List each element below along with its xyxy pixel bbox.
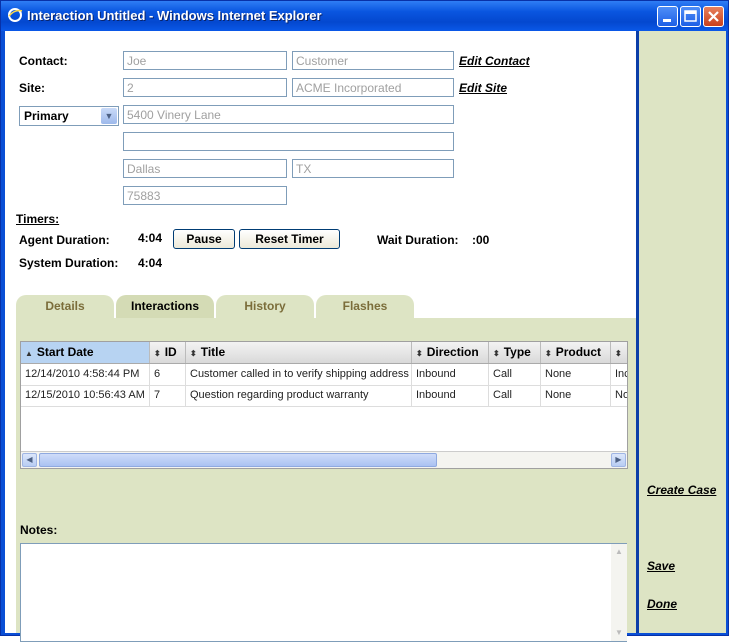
cell-type: Call — [489, 364, 541, 385]
wait-duration-value: :00 — [472, 233, 490, 247]
scroll-up-icon[interactable]: ▲ — [611, 544, 627, 560]
sort-icon: ⬍ — [493, 349, 500, 358]
column-header-direction[interactable]: ⬍ Direction — [412, 342, 489, 363]
save-link[interactable]: Save — [647, 559, 675, 573]
column-header-label: Start Date — [36, 345, 94, 359]
site-label: Site: — [19, 81, 46, 95]
column-header-product[interactable]: ⬍ Product — [541, 342, 611, 363]
client-area: Contact: Joe Customer Edit Contact Site:… — [5, 31, 726, 642]
ie-window: Interaction Untitled - Windows Internet … — [0, 0, 729, 642]
zip-field[interactable]: 75883 — [123, 186, 287, 205]
column-header-extra[interactable]: ⬍ — [611, 342, 627, 363]
cell-product: None — [541, 364, 611, 385]
tab-panel: Details Interactions History Flashes ▲ St… — [16, 295, 636, 642]
address-line2-field[interactable] — [123, 132, 454, 151]
edit-contact-link[interactable]: Edit Contact — [459, 54, 530, 68]
notes-label: Notes: — [20, 523, 58, 537]
cell-id: 7 — [150, 385, 186, 406]
tab-history[interactable]: History — [216, 295, 314, 318]
address-type-value: Primary — [24, 109, 69, 123]
scrollbar-thumb[interactable] — [39, 453, 437, 467]
address-line1-field[interactable]: 5400 Vinery Lane — [123, 105, 454, 124]
table-row[interactable]: 12/15/2010 10:56:43 AM 7 Question regard… — [21, 385, 627, 407]
scroll-left-icon[interactable]: ◀ — [22, 453, 37, 467]
action-panel: Create Case Save Done — [636, 31, 726, 633]
minimize-button[interactable] — [657, 6, 678, 27]
ie-logo-icon — [8, 8, 23, 22]
cell-direction: Inbound — [412, 364, 489, 385]
done-link[interactable]: Done — [647, 597, 677, 611]
column-header-label: Title — [200, 345, 226, 359]
timers-heading: Timers: — [16, 212, 60, 226]
close-icon — [708, 11, 719, 22]
scroll-right-icon[interactable]: ▶ — [611, 453, 626, 467]
sort-icon: ⬍ — [190, 349, 197, 358]
title-bar[interactable]: Interaction Untitled - Windows Internet … — [1, 1, 728, 31]
maximize-icon — [684, 10, 697, 22]
state-field[interactable]: TX — [292, 159, 454, 178]
wait-duration-label: Wait Duration: — [377, 233, 459, 247]
sort-icon: ⬍ — [545, 349, 552, 358]
cell-start-date: 12/14/2010 4:58:44 PM — [21, 364, 150, 385]
table-row[interactable]: 12/14/2010 4:58:44 PM 6 Customer called … — [21, 364, 627, 386]
sort-icon: ⬍ — [615, 349, 622, 358]
contact-last-name-field[interactable]: Customer — [292, 51, 454, 70]
cell-extra: Inc — [611, 364, 627, 385]
notes-textarea[interactable] — [20, 543, 627, 642]
scroll-down-icon[interactable]: ▼ — [611, 625, 627, 641]
contact-first-name-field[interactable]: Joe — [123, 51, 287, 70]
tab-interactions[interactable]: Interactions — [116, 295, 214, 318]
contact-label: Contact: — [19, 54, 68, 68]
sort-icon: ⬍ — [416, 349, 423, 358]
site-name-field[interactable]: ACME Incorporated — [292, 78, 454, 97]
column-header-label: Direction — [426, 345, 479, 359]
column-header-type[interactable]: ⬍ Type — [489, 342, 541, 363]
edit-site-link[interactable]: Edit Site — [459, 81, 507, 95]
cell-extra: No — [611, 385, 627, 406]
chevron-down-icon: ▼ — [101, 108, 117, 124]
grid-header: ▲ Start Date ⬍ ID ⬍ Title ⬍ Direction ⬍ Type … — [21, 342, 627, 364]
agent-duration-label: Agent Duration: — [19, 233, 110, 247]
cell-direction: Inbound — [412, 385, 489, 406]
sort-icon: ⬍ — [154, 349, 161, 358]
column-header-label: Type — [503, 345, 531, 359]
tab-flashes[interactable]: Flashes — [316, 295, 414, 318]
reset-timer-button[interactable]: Reset Timer — [239, 229, 340, 249]
horizontal-scrollbar[interactable]: ◀ ▶ — [21, 451, 627, 468]
system-duration-value: 4:04 — [138, 256, 163, 270]
cell-start-date: 12/15/2010 10:56:43 AM — [21, 385, 150, 406]
site-id-field[interactable]: 2 — [123, 78, 287, 97]
column-header-label: Product — [555, 345, 602, 359]
column-header-title[interactable]: ⬍ Title — [186, 342, 412, 363]
window-title: Interaction Untitled - Windows Internet … — [27, 8, 322, 23]
column-header-start-date[interactable]: ▲ Start Date — [21, 342, 150, 363]
cell-title: Question regarding product warranty — [186, 385, 412, 406]
cell-product: None — [541, 385, 611, 406]
column-header-id[interactable]: ⬍ ID — [150, 342, 186, 363]
maximize-button[interactable] — [680, 6, 701, 27]
create-case-link[interactable]: Create Case — [647, 483, 716, 497]
cell-type: Call — [489, 385, 541, 406]
agent-duration-value: 4:04 — [138, 231, 163, 245]
city-field[interactable]: Dallas — [123, 159, 287, 178]
tab-details[interactable]: Details — [16, 295, 114, 318]
interactions-grid: ▲ Start Date ⬍ ID ⬍ Title ⬍ Direction ⬍ Type … — [20, 341, 628, 469]
address-type-select[interactable]: Primary ▼ — [19, 106, 119, 126]
pause-button[interactable]: Pause — [173, 229, 235, 249]
cell-title: Customer called in to verify shipping ad… — [186, 364, 412, 385]
close-button[interactable] — [703, 6, 724, 27]
column-header-label: ID — [164, 345, 177, 359]
notes-vertical-scrollbar[interactable]: ▲ ▼ — [611, 544, 627, 641]
cell-id: 6 — [150, 364, 186, 385]
sort-ascending-icon: ▲ — [25, 349, 33, 358]
minimize-icon — [663, 19, 671, 22]
system-duration-label: System Duration: — [19, 256, 119, 270]
